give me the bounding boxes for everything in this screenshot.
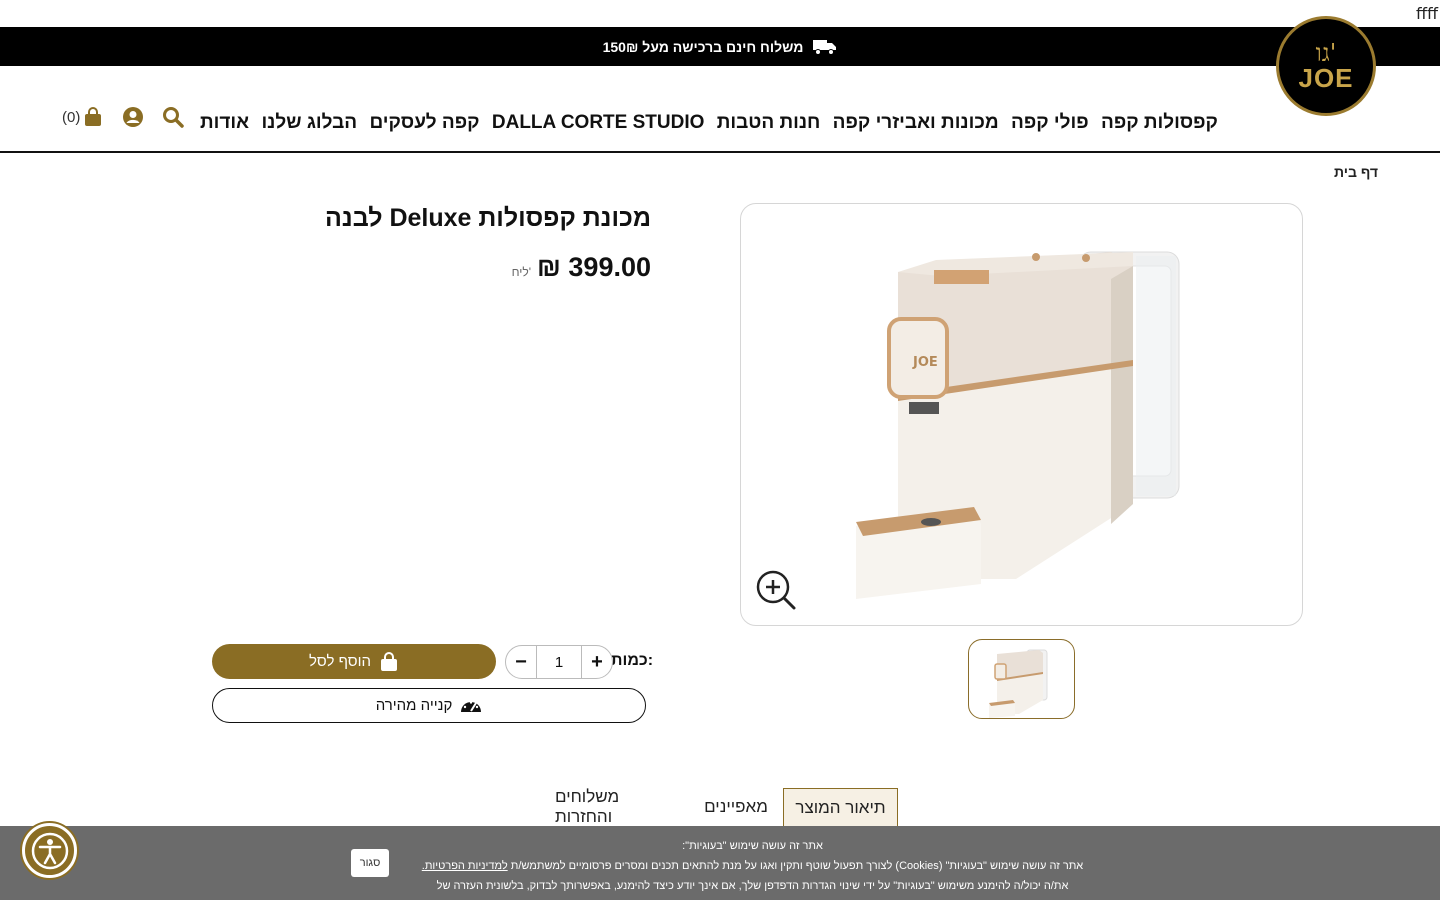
user-icon[interactable]	[122, 106, 144, 128]
cookie-line-3: את/ה יכול/ה להימנע משימוש "בעוגיות" על י…	[436, 880, 1069, 892]
truck-icon	[813, 39, 837, 55]
breadcrumb: דף בית	[1334, 164, 1378, 180]
nav-item-blog[interactable]: הבלוג שלנו	[261, 112, 357, 134]
cart-count: (0)	[62, 108, 81, 126]
cookie-line-1: אתר זה עושה שימוש "בעוגיות":	[682, 840, 823, 852]
add-to-cart-label: הוסף לסל	[308, 653, 372, 670]
shopping-bag-icon	[85, 107, 102, 126]
tab-shipping[interactable]: משלוחים והחזרות	[555, 787, 675, 826]
cookie-text: אתר זה עושה שימוש "בעוגיות": אתר זה עושה…	[420, 836, 1085, 900]
cart-button[interactable]: (0)	[62, 106, 104, 128]
product-tabs: תיאור המוצר מאפיינים משלוחים והחזרות	[0, 787, 1440, 826]
tab-features[interactable]: מאפיינים	[700, 788, 772, 826]
product-main-image[interactable]: JOE	[740, 203, 1303, 626]
breadcrumb-home[interactable]: דף בית	[1334, 164, 1378, 180]
shopping-bag-icon	[381, 651, 398, 671]
nav-item-about[interactable]: אודות	[200, 112, 249, 134]
nav-item-dalla-corte[interactable]: DALLA CORTE STUDIO	[492, 112, 705, 134]
cookie-banner: אתר זה עושה שימוש "בעוגיות": אתר זה עושה…	[0, 826, 1440, 900]
cookie-line-2-text: אתר זה עושה שימוש "בעוגיות" (Cookies) לצ…	[510, 860, 1084, 872]
logo-text-bottom: JOE	[1298, 63, 1354, 93]
free-shipping-banner: משלוח חינם ברכישה מעל 150₪	[0, 27, 1440, 66]
nav-item-beans[interactable]: פולי קפה	[1011, 112, 1089, 134]
logo-text-top: גו'	[1315, 39, 1337, 67]
speedometer-icon	[461, 700, 482, 712]
nav-item-machines[interactable]: מכונות ואביזרי קפה	[833, 112, 999, 134]
price-unit: ליח'	[511, 265, 532, 279]
coffee-machine-thumbnail-image	[989, 649, 1048, 718]
coffee-machine-image: JOE	[856, 251, 1180, 599]
cookie-line-2: אתר זה עושה שימוש "בעוגיות" (Cookies) לצ…	[420, 856, 1085, 876]
debug-text: ffff	[1415, 4, 1438, 23]
quantity-increase-button[interactable]: +	[582, 646, 612, 678]
nav-item-capsules[interactable]: קפסולות קפה	[1101, 112, 1218, 134]
header-divider	[0, 151, 1440, 153]
accessibility-icon	[31, 832, 68, 869]
accessibility-button[interactable]	[22, 823, 77, 878]
site-logo[interactable]: גו' JOE	[1276, 16, 1376, 116]
product-price: ₪ 399.00	[537, 252, 651, 282]
zoom-in-icon[interactable]	[755, 569, 797, 611]
header-tools: (0)	[62, 106, 185, 128]
privacy-policy-link[interactable]: למדיניות הפרטיות.	[422, 860, 508, 872]
search-icon[interactable]	[162, 106, 185, 128]
cookie-close-button[interactable]: סגור	[351, 849, 389, 877]
quick-buy-button[interactable]: קנייה מהירה	[212, 688, 646, 723]
quick-buy-label: קנייה מהירה	[375, 697, 453, 714]
nav-item-benefits[interactable]: חנות הטבות	[717, 112, 821, 134]
quantity-label: כמות:	[611, 652, 654, 669]
quantity-input[interactable]: 1	[536, 645, 582, 679]
quantity-stepper: − 1 +	[505, 645, 613, 679]
quantity-decrease-button[interactable]: −	[506, 646, 536, 678]
price-row: ₪ 399.00 ליח'	[400, 252, 651, 283]
add-to-cart-button[interactable]: הוסף לסל	[212, 644, 496, 679]
product-thumbnail[interactable]	[968, 639, 1075, 719]
tab-description[interactable]: תיאור המוצר	[783, 788, 898, 826]
svg-text:JOE: JOE	[912, 355, 938, 370]
free-shipping-text: משלוח חינם ברכישה מעל 150₪	[602, 38, 804, 55]
main-nav: קפסולות קפה פולי קפה מכונות ואביזרי קפה …	[200, 108, 1218, 138]
product-title: מכונת קפסולות Deluxe לבנה	[325, 204, 651, 232]
nav-item-business[interactable]: קפה לעסקים	[369, 112, 479, 134]
